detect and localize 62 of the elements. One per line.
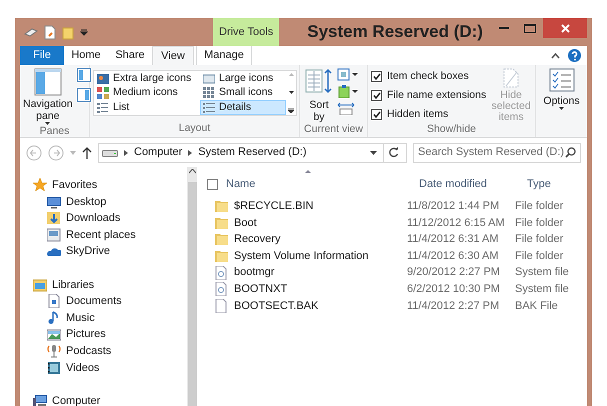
- checkbox-option[interactable]: Item check boxes: [371, 69, 486, 85]
- checkbox-option[interactable]: Hidden items: [371, 106, 486, 122]
- navigation-item[interactable]: Videos: [20, 360, 188, 376]
- navigation-item[interactable]: Podcasts: [20, 342, 188, 360]
- file-name[interactable]: BOOTSECT.BAK: [234, 298, 318, 314]
- options-button[interactable]: Options: [542, 68, 582, 137]
- group-label: Panes: [38, 125, 70, 138]
- navigation-pane-button[interactable]: Navigation pane: [23, 68, 73, 125]
- navigation-item[interactable]: Favorites: [20, 177, 188, 194]
- navigation-item[interactable]: SkyDrive: [20, 243, 188, 260]
- navigation-item[interactable]: Music: [20, 310, 188, 326]
- sort-by-button[interactable]: Sort by: [303, 68, 335, 123]
- type-cell-text: File folder: [515, 232, 564, 248]
- checkbox-option[interactable]: File name extensions: [371, 88, 486, 104]
- type-cell-text: System file: [515, 282, 569, 298]
- group-label: Layout: [178, 122, 212, 136]
- navigation-item[interactable]: Desktop: [20, 194, 188, 210]
- navigation-item[interactable]: Computer: [20, 392, 188, 406]
- date-cell-text: 6/2/2012 10:30 PM: [407, 282, 501, 298]
- navigation-item[interactable]: Libraries: [20, 276, 188, 294]
- window-title: System Reserved (D:): [306, 21, 484, 44]
- ribbon-tab[interactable]: File: [20, 46, 64, 65]
- search-field[interactable]: Search System Reserved (D:): [413, 142, 581, 162]
- contextual-tab-header: Drive Tools: [213, 18, 280, 46]
- file-name[interactable]: BOOTNXT: [234, 281, 288, 298]
- column-header[interactable]: Type: [527, 176, 587, 192]
- navigation-item[interactable]: Documents: [20, 293, 188, 310]
- type-cell-text: System file: [515, 265, 569, 280]
- ribbon-tab[interactable]: View: [152, 46, 194, 65]
- layout-option[interactable]: Details: [200, 100, 286, 116]
- layout-option[interactable]: List: [94, 100, 200, 116]
- date-cell-text: 11/4/2012 2:27 PM: [407, 298, 500, 314]
- navigation-item[interactable]: Downloads: [20, 210, 188, 227]
- file-name[interactable]: System Volume Information: [234, 248, 369, 264]
- file-name[interactable]: bootmgr: [234, 264, 274, 281]
- file-name[interactable]: $RECYCLE.BIN: [234, 198, 314, 215]
- layout-option[interactable]: Small icons: [200, 86, 286, 101]
- file-name[interactable]: Recovery: [234, 231, 280, 248]
- date-cell-text: 11/12/2012 6:15 AM: [407, 216, 506, 231]
- date-cell-text: 11/4/2012 6:31 AM: [407, 232, 500, 248]
- layout-option[interactable]: Extra large icons: [94, 71, 200, 86]
- column-header[interactable]: Date modified: [419, 176, 527, 192]
- address-field[interactable]: Computer System Reserved (D:): [98, 142, 407, 162]
- date-cell-text: 11/4/2012 6:30 AM: [407, 248, 500, 264]
- type-cell-text: File folder: [515, 248, 564, 264]
- breadcrumb-item[interactable]: Computer: [134, 144, 182, 161]
- type-cell-text: File folder: [515, 199, 564, 214]
- date-cell-text: 11/8/2012 1:44 PM: [407, 199, 500, 214]
- date-cell-text: 9/20/2012 2:27 PM: [407, 265, 501, 280]
- breadcrumb-item[interactable]: System Reserved (D:): [198, 144, 306, 161]
- type-cell-text: BAK File: [515, 298, 558, 314]
- file-name[interactable]: Boot: [234, 214, 257, 232]
- ribbon-tab[interactable]: Home: [64, 46, 108, 65]
- type-cell-text: File folder: [515, 216, 564, 231]
- group-label: Current view: [303, 123, 364, 137]
- layout-option[interactable]: Medium icons: [94, 86, 200, 101]
- navigation-item[interactable]: Pictures: [20, 326, 188, 343]
- group-label: Show/hide: [426, 123, 478, 137]
- navigation-item[interactable]: Recent places: [20, 226, 188, 244]
- layout-option[interactable]: Large icons: [200, 71, 286, 86]
- column-header[interactable]: Name: [226, 176, 419, 192]
- ribbon-tab[interactable]: Share: [108, 46, 152, 65]
